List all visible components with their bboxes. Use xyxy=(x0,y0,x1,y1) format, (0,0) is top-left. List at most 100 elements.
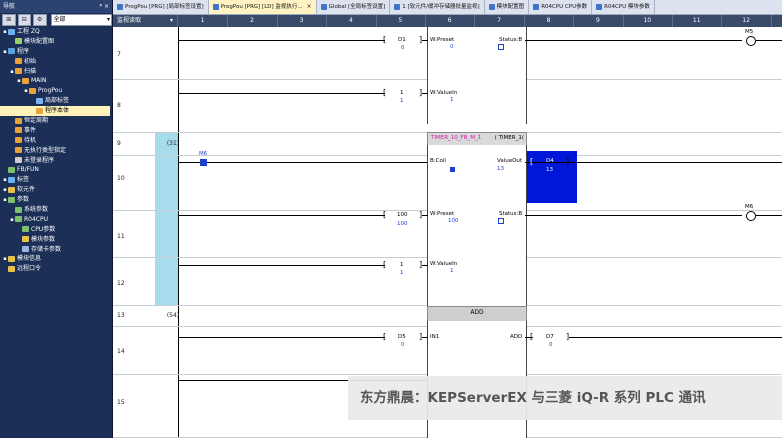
tree-item[interactable]: ▪ 标签 xyxy=(0,175,112,185)
tree-item[interactable]: ▪ ProgPou xyxy=(0,86,112,96)
operand-d5-value: 0 xyxy=(401,342,405,348)
tree-item[interactable]: 事件 xyxy=(0,126,112,136)
tree-item[interactable]: 初始 xyxy=(0,57,112,67)
tab[interactable]: 模块配置图 xyxy=(485,0,530,14)
operand-const[interactable]: 100 xyxy=(397,212,408,218)
nav-toolbar: ⊞ ⊟ ⚙ 全部 ▾ xyxy=(0,13,112,27)
fb-pin-valuein: W:ValueIn xyxy=(430,90,458,96)
status-indicator xyxy=(498,218,504,224)
tree-item[interactable]: ▪ R04CPU xyxy=(0,215,112,225)
tree-node-icon xyxy=(8,255,15,262)
wire xyxy=(569,337,782,338)
tree-node-icon xyxy=(15,58,22,65)
operand-const-value: 1 xyxy=(400,98,404,104)
coil-m6[interactable] xyxy=(746,211,756,221)
tree-node-icon xyxy=(15,127,22,134)
filter-icon[interactable]: ⊟ xyxy=(17,14,31,26)
fb-block-body[interactable] xyxy=(427,145,527,311)
add-instruction-name: ADD xyxy=(470,309,484,316)
contact-m6[interactable] xyxy=(200,159,207,166)
operand-const-value: 100 xyxy=(397,221,408,227)
add-block-header[interactable]: ADD xyxy=(427,306,527,322)
tree-item-label: CPU参数 xyxy=(31,225,56,233)
column-number: 2 xyxy=(227,15,278,27)
coil-on-indicator xyxy=(450,167,455,172)
wire xyxy=(525,215,742,216)
tree-item-label: 未登录程序 xyxy=(24,156,55,164)
tree-item[interactable]: 无执行类型指定 xyxy=(0,146,112,156)
tree-view-icon[interactable]: ⊞ xyxy=(2,14,16,26)
pin-close-icon[interactable]: ᵠ × xyxy=(100,0,109,13)
operand-d1[interactable]: D1 xyxy=(398,37,406,43)
operand-const[interactable]: 1 xyxy=(400,90,404,96)
tree-item[interactable]: ▪ 参数 xyxy=(0,195,112,205)
tree-item[interactable]: 模块参数 xyxy=(0,235,112,245)
wire xyxy=(422,337,428,338)
tree-node-icon xyxy=(15,157,22,164)
operand-const[interactable]: 1 xyxy=(400,262,404,268)
tab[interactable]: R04CPU CPU参数 xyxy=(529,0,593,14)
contact-m6-label: M6 xyxy=(199,151,208,157)
tab[interactable]: 1 [软元件/缓冲存储器批量监视] xyxy=(390,0,485,14)
tree-item-label: 系统参数 xyxy=(24,206,49,214)
tree-item[interactable]: 系统参数 xyxy=(0,205,112,215)
monitor-mode-dropdown[interactable]: 监视读取 ▾ xyxy=(113,15,178,27)
tree-node-icon xyxy=(22,226,29,233)
tree-node-icon xyxy=(15,216,22,223)
close-icon[interactable]: × xyxy=(307,0,312,14)
tree-item-label: 程序 xyxy=(17,47,30,55)
tree-node-icon xyxy=(22,246,29,253)
add-pin-out: ADD xyxy=(510,334,523,340)
tree-item[interactable]: 待机 xyxy=(0,136,112,146)
tree-item[interactable]: 恒定周期 xyxy=(0,116,112,126)
wire xyxy=(422,40,428,41)
wire xyxy=(422,215,428,216)
tree-item[interactable]: ▪ 工程 ZQ xyxy=(0,27,112,37)
tree-node-icon xyxy=(8,176,15,183)
monitor-mode-label: 监视读取 xyxy=(117,17,142,24)
operand-d7[interactable]: D7 xyxy=(546,334,554,340)
wire xyxy=(422,93,428,94)
tree-item[interactable]: 未登录程序 xyxy=(0,156,112,166)
tab[interactable]: ProgPou [PRG] [局部标签设置] xyxy=(113,0,209,14)
tree-item[interactable]: FB/FUN xyxy=(0,165,112,175)
tab[interactable]: ProgPou [PRG] [LD] 监视执行... × xyxy=(208,0,317,14)
step-number: (54) xyxy=(166,312,180,319)
tree-item[interactable]: 存储卡参数 xyxy=(0,245,112,255)
tree-item[interactable]: 程序本体 xyxy=(0,106,110,117)
tab-icon xyxy=(488,4,495,10)
tree-item-label: 局部标签 xyxy=(45,97,70,105)
operand-d5[interactable]: D5 xyxy=(398,334,406,340)
column-number: 1 xyxy=(178,15,229,27)
tree-item[interactable]: ▪ 模块信息 xyxy=(0,254,112,264)
tree-item[interactable]: ▪ MAIN xyxy=(0,76,112,86)
tab[interactable]: R04CPU 模块参数 xyxy=(592,0,655,14)
tree-item[interactable]: ▪ 软元件 xyxy=(0,185,112,195)
fb-type-name: ( TIMER_1( xyxy=(494,135,524,141)
tab-label: 模块配置图 xyxy=(496,4,525,10)
tree-item[interactable]: 远程口令 xyxy=(0,264,112,274)
operand-const-value: 1 xyxy=(400,270,404,276)
fb-pin-status: Status:B xyxy=(499,211,523,217)
wire xyxy=(525,40,742,41)
fb-pin-preset-value: 0 xyxy=(450,44,454,50)
wire xyxy=(422,265,428,266)
scope-select[interactable]: 全部 ▾ xyxy=(50,14,112,26)
tree-node-icon xyxy=(36,97,43,104)
row-number: 7 xyxy=(117,51,121,58)
fb-pin-valueout-value: 13 xyxy=(497,166,504,172)
tab[interactable]: Global [全局标签设置] xyxy=(317,0,391,14)
gear-icon[interactable]: ⚙ xyxy=(33,14,47,26)
tree-item[interactable]: ▪ 程序 xyxy=(0,47,112,57)
coil-m5[interactable] xyxy=(746,36,756,46)
tree-item[interactable]: CPU参数 xyxy=(0,225,112,235)
tree-item[interactable]: 模块配置图 xyxy=(0,37,112,47)
tree-item[interactable]: ▪ 扫描 xyxy=(0,67,112,77)
tree-item-label: 初始 xyxy=(24,57,37,65)
fb-block-header[interactable]: TIMER_10_FB_M_1 ( TIMER_1( xyxy=(427,132,527,146)
wire xyxy=(178,162,427,163)
tree-item[interactable]: 局部标签 xyxy=(0,96,112,106)
fb-pin-preset-value: 100 xyxy=(448,218,459,224)
operand-d4[interactable]: D4 xyxy=(546,158,554,164)
navigation-pane: 导航 ᵠ × ⊞ ⊟ ⚙ 全部 ▾ ▪ 工程 ZQ 模块配置图 ▪ 程序 初始 ▪ 扫描 ▪ MA… xyxy=(0,0,113,438)
